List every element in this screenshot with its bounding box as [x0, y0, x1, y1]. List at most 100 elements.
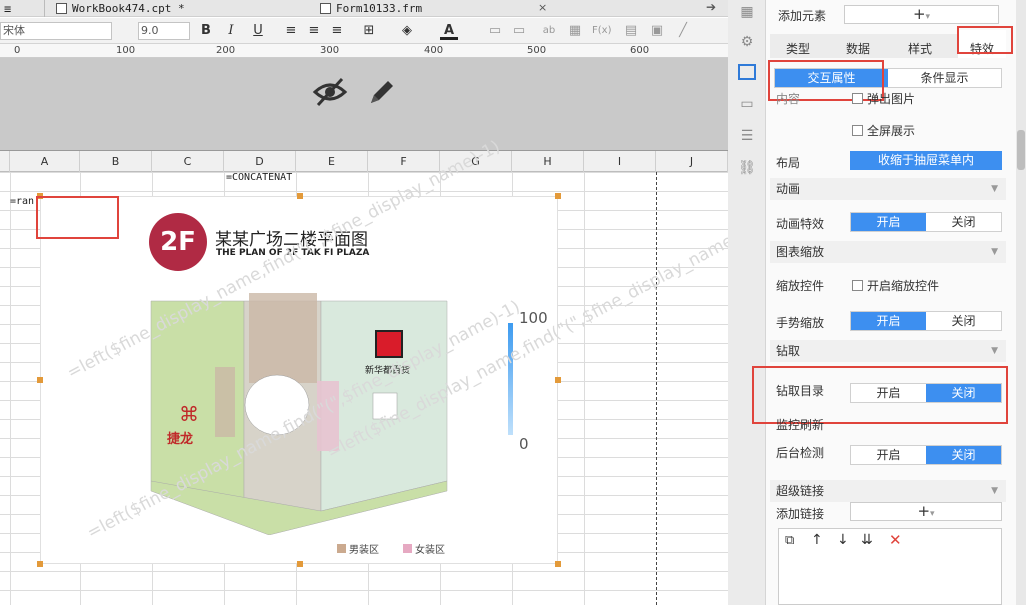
legend-item-men[interactable]: 男装区: [349, 541, 379, 556]
tab-menu-icon[interactable]: ➔: [706, 0, 716, 14]
copy-icon[interactable]: ⧉: [785, 533, 794, 548]
font-color-button[interactable]: A: [440, 22, 458, 40]
floor-plan-chart[interactable]: 2F 某某广场二楼平面图 THE PLAN OF 2F TAK FI PLAZA…: [40, 196, 558, 564]
delete-icon[interactable]: ✕: [889, 531, 902, 549]
component-icon[interactable]: ⚙: [738, 34, 756, 50]
section-drill[interactable]: 钻取 ▼: [770, 340, 1006, 362]
add-element-button[interactable]: +▾: [844, 5, 999, 24]
column-header[interactable]: H: [512, 151, 584, 172]
legend-item-women[interactable]: 女装区: [415, 541, 445, 556]
tab-close-icon[interactable]: ×: [538, 1, 547, 14]
corner-cell[interactable]: [0, 151, 10, 172]
formula-cell-d1[interactable]: =CONCATENAT: [226, 172, 292, 183]
align-center-icon[interactable]: ≡: [305, 22, 323, 40]
column-header[interactable]: F: [368, 151, 440, 172]
tab-type[interactable]: 类型: [786, 40, 810, 57]
column-header[interactable]: A: [10, 151, 80, 172]
move-bottom-icon[interactable]: ⇊: [861, 532, 873, 548]
column-header[interactable]: G: [440, 151, 512, 172]
chart-icon[interactable]: ▤: [622, 22, 640, 40]
popup-image-checkbox[interactable]: [852, 93, 863, 104]
section-animation[interactable]: 动画 ▼: [770, 178, 1006, 200]
underline-button[interactable]: U: [249, 22, 267, 40]
widget-attr-icon[interactable]: [738, 64, 756, 80]
font-size-select[interactable]: 9.0: [138, 22, 190, 40]
move-down-icon[interactable]: ↓: [837, 532, 849, 548]
formula-cell-a2[interactable]: =ran: [10, 196, 34, 207]
form-icon[interactable]: ▭: [738, 96, 756, 112]
eye-slash-icon[interactable]: [312, 76, 348, 108]
image-icon[interactable]: ▣: [648, 22, 666, 40]
add-link-button[interactable]: +▾: [850, 502, 1002, 521]
bg-check-off-option[interactable]: 关闭: [926, 446, 1001, 464]
fill-color-icon[interactable]: ◈: [398, 22, 416, 40]
tab-form[interactable]: Form10133.frm: [320, 0, 422, 17]
ruler-tick: 500: [527, 45, 547, 56]
list-icon[interactable]: ☰: [738, 128, 756, 144]
column-header-row: A B C D E F G H I J: [0, 151, 728, 172]
resize-handle[interactable]: [297, 561, 303, 567]
column-header[interactable]: J: [656, 151, 728, 172]
column-header[interactable]: B: [80, 151, 152, 172]
move-up-icon[interactable]: ↑: [811, 532, 823, 548]
anim-on-option[interactable]: 开启: [851, 213, 926, 231]
map-region-men[interactable]: [215, 367, 235, 437]
scrollbar-thumb[interactable]: [1017, 130, 1025, 170]
panel-scrollbar[interactable]: [1016, 0, 1026, 605]
fullscreen-option[interactable]: 全屏展示: [852, 122, 915, 139]
bg-check-toggle[interactable]: 开启 关闭: [850, 445, 1002, 465]
tab-workbook[interactable]: WorkBook474.cpt *: [56, 0, 185, 17]
map-region-women[interactable]: [317, 381, 339, 451]
section-chart-zoom[interactable]: 图表缩放 ▼: [770, 241, 1006, 263]
column-header[interactable]: C: [152, 151, 224, 172]
font-name-select[interactable]: 宋体: [0, 22, 112, 40]
formula-icon[interactable]: F(x): [592, 22, 611, 40]
atrium: [244, 374, 310, 436]
text-icon[interactable]: ab: [540, 22, 558, 40]
popup-image-option[interactable]: 弹出图片: [852, 90, 915, 107]
resize-handle[interactable]: [37, 561, 43, 567]
gesture-off-option[interactable]: 关闭: [926, 312, 1001, 330]
tab-data[interactable]: 数据: [846, 40, 870, 57]
cell-style-icon[interactable]: ▭: [486, 22, 504, 40]
border-icon[interactable]: ⊞: [360, 22, 378, 40]
column-header[interactable]: D: [224, 151, 296, 172]
resize-handle[interactable]: [37, 377, 43, 383]
zoom-control-option[interactable]: 开启缩放控件: [852, 277, 939, 294]
pencil-icon[interactable]: [366, 76, 398, 108]
legend-swatch-women: [403, 544, 412, 553]
tab-style[interactable]: 样式: [908, 40, 932, 57]
grid-line: [584, 172, 585, 605]
section-hyperlink[interactable]: 超级链接 ▼: [770, 480, 1006, 502]
floor-plan-map[interactable]: ⌘: [149, 281, 449, 535]
merge-icon[interactable]: ▭: [510, 22, 528, 40]
resize-handle[interactable]: [555, 561, 561, 567]
table-icon[interactable]: ▦: [566, 22, 584, 40]
anim-off-option[interactable]: 关闭: [926, 213, 1001, 231]
cell-attr-icon[interactable]: ▦: [738, 4, 756, 20]
section-monitor[interactable]: 监控刷新: [776, 416, 824, 433]
map-region-men[interactable]: [249, 293, 317, 383]
link-list-box[interactable]: ⧉ ↑ ↓ ⇊ ✕: [778, 528, 1002, 605]
ruler-tick: 100: [116, 45, 136, 56]
layout-select[interactable]: 收缩于抽屉菜单内: [850, 151, 1002, 170]
fullscreen-checkbox[interactable]: [852, 125, 863, 136]
column-header[interactable]: E: [296, 151, 368, 172]
bg-check-on-option[interactable]: 开启: [851, 446, 926, 464]
slash-icon[interactable]: ╱: [674, 22, 692, 40]
align-left-icon[interactable]: ≡: [282, 22, 300, 40]
resize-handle[interactable]: [555, 377, 561, 383]
bold-button[interactable]: B: [197, 22, 215, 40]
link-icon[interactable]: ⛓: [738, 160, 756, 176]
resize-handle[interactable]: [555, 193, 561, 199]
subtab-condition[interactable]: 条件显示: [888, 69, 1001, 87]
zoom-control-checkbox[interactable]: [852, 280, 863, 291]
resize-handle[interactable]: [297, 193, 303, 199]
anim-effect-toggle[interactable]: 开启 关闭: [850, 212, 1002, 232]
gesture-on-option[interactable]: 开启: [851, 312, 926, 330]
align-right-icon[interactable]: ≡: [328, 22, 346, 40]
file-menu-icon[interactable]: ≡: [4, 0, 11, 17]
italic-button[interactable]: I: [222, 22, 240, 40]
column-header[interactable]: I: [584, 151, 656, 172]
gesture-zoom-toggle[interactable]: 开启 关闭: [850, 311, 1002, 331]
